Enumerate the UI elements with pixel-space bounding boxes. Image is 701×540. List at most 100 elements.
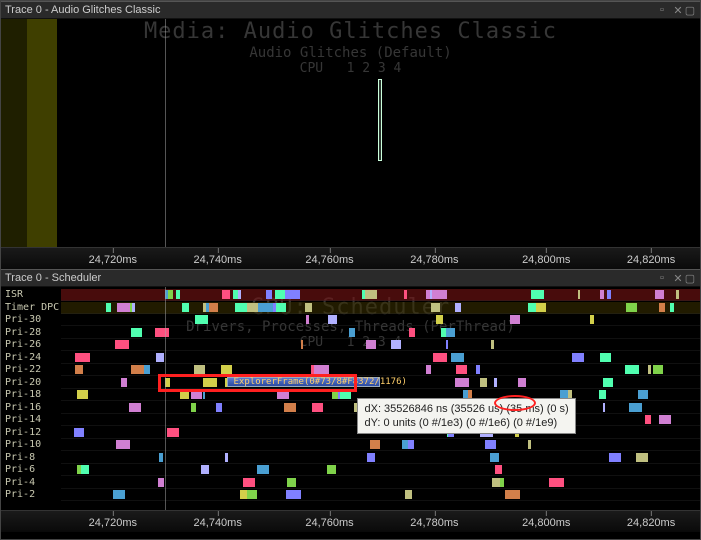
thread-segment[interactable]	[158, 478, 164, 487]
track-row[interactable]	[61, 452, 700, 464]
scheduler-tracks[interactable]: ExplorerFrame(0#73/8#F8372/1176)	[1, 287, 700, 510]
thread-segment[interactable]	[75, 365, 83, 374]
thread-segment[interactable]	[445, 328, 455, 337]
playhead[interactable]	[165, 19, 166, 247]
thread-segment[interactable]	[191, 403, 197, 412]
thread-segment[interactable]	[116, 440, 129, 449]
thread-segment[interactable]	[451, 353, 464, 362]
thread-segment[interactable]	[276, 303, 286, 312]
thread-segment[interactable]	[328, 315, 337, 324]
thread-segment[interactable]	[81, 465, 90, 474]
thread-segment[interactable]	[284, 403, 296, 412]
track-row[interactable]	[61, 364, 700, 376]
panel-header-audio[interactable]: Trace 0 - Audio Glitches Classic ▫ ✕ ▢	[1, 1, 700, 19]
time-axis-bottom[interactable]: 24,720ms24,740ms24,760ms24,780ms24,800ms…	[1, 510, 700, 532]
thread-segment[interactable]	[266, 290, 272, 299]
track-row[interactable]	[61, 289, 700, 301]
thread-segment[interactable]	[77, 390, 88, 399]
thread-segment[interactable]	[257, 465, 269, 474]
thread-segment[interactable]	[286, 490, 301, 499]
thread-segment[interactable]	[625, 365, 639, 374]
thread-segment[interactable]	[221, 365, 232, 374]
thread-segment[interactable]	[432, 290, 447, 299]
thread-segment[interactable]	[426, 290, 430, 299]
track-row[interactable]	[61, 439, 700, 451]
maximize-icon[interactable]: ▢	[684, 272, 696, 284]
track-row[interactable]	[61, 302, 700, 314]
thread-segment[interactable]	[367, 453, 375, 462]
thread-segment[interactable]	[314, 365, 329, 374]
thread-segment[interactable]	[607, 290, 610, 299]
thread-segment[interactable]	[531, 290, 545, 299]
thread-segment[interactable]	[655, 290, 665, 299]
thread-segment[interactable]	[436, 315, 443, 324]
thread-segment[interactable]	[306, 315, 309, 324]
thread-segment[interactable]	[191, 390, 202, 399]
thread-segment[interactable]	[168, 290, 174, 299]
thread-segment[interactable]	[528, 303, 536, 312]
thread-segment[interactable]	[599, 390, 606, 399]
thread-segment[interactable]	[243, 478, 255, 487]
track-row[interactable]	[61, 352, 700, 364]
thread-segment[interactable]	[182, 303, 190, 312]
thread-segment[interactable]	[370, 440, 380, 449]
thread-segment[interactable]	[365, 290, 376, 299]
thread-segment[interactable]	[638, 390, 649, 399]
thread-segment[interactable]	[603, 403, 606, 412]
thread-segment[interactable]	[301, 340, 304, 349]
thread-segment[interactable]	[648, 365, 651, 374]
thread-segment[interactable]	[626, 303, 637, 312]
thread-segment[interactable]	[305, 303, 312, 312]
thread-segment[interactable]	[327, 465, 335, 474]
thread-segment[interactable]	[287, 478, 296, 487]
track-row[interactable]	[61, 339, 700, 351]
thread-segment[interactable]	[201, 465, 209, 474]
thread-segment[interactable]	[209, 303, 218, 312]
thread-segment[interactable]	[115, 340, 129, 349]
thread-segment[interactable]	[441, 328, 446, 337]
thread-segment[interactable]	[233, 290, 238, 299]
thread-segment[interactable]	[670, 303, 674, 312]
thread-segment[interactable]	[391, 340, 401, 349]
thread-segment[interactable]	[131, 365, 144, 374]
thread-segment[interactable]	[455, 378, 469, 387]
thread-segment[interactable]	[676, 290, 679, 299]
thread-segment[interactable]	[653, 365, 662, 374]
thread-segment[interactable]	[600, 353, 611, 362]
thread-segment[interactable]	[366, 340, 376, 349]
audio-glitch-event[interactable]	[378, 79, 382, 161]
thread-segment[interactable]	[180, 390, 189, 399]
thread-segment[interactable]	[117, 303, 130, 312]
thread-segment[interactable]	[659, 415, 670, 424]
thread-segment[interactable]	[194, 365, 205, 374]
thread-segment[interactable]	[572, 353, 585, 362]
thread-segment[interactable]	[494, 378, 498, 387]
track-row[interactable]	[61, 314, 700, 326]
thread-segment[interactable]	[340, 390, 350, 399]
thread-segment[interactable]	[156, 353, 165, 362]
thread-segment[interactable]	[480, 378, 487, 387]
thread-segment[interactable]	[536, 303, 546, 312]
thread-segment[interactable]	[121, 378, 127, 387]
scheduler-trace-viewport[interactable]: CPU: Scheduler Drivers, Processes, Threa…	[1, 287, 700, 532]
thread-segment[interactable]	[590, 315, 594, 324]
restore-icon[interactable]: ▫	[656, 4, 668, 16]
thread-segment[interactable]	[510, 315, 520, 324]
thread-segment[interactable]	[476, 365, 481, 374]
track-row[interactable]: ExplorerFrame(0#73/8#F8372/1176)	[61, 377, 700, 389]
thread-segment[interactable]	[455, 303, 460, 312]
thread-segment[interactable]	[195, 315, 208, 324]
thread-segment[interactable]	[433, 353, 447, 362]
thread-segment[interactable]	[491, 340, 494, 349]
track-row[interactable]	[61, 464, 700, 476]
thread-segment[interactable]	[609, 453, 621, 462]
thread-segment[interactable]	[312, 403, 323, 412]
thread-segment[interactable]	[404, 290, 407, 299]
thread-segment[interactable]	[500, 478, 504, 487]
panel-header-scheduler[interactable]: Trace 0 - Scheduler ▫ ✕ ▢	[1, 269, 700, 287]
thread-segment[interactable]	[431, 303, 440, 312]
thread-segment[interactable]	[235, 303, 247, 312]
time-axis-top[interactable]: 24,720ms24,740ms24,760ms24,780ms24,800ms…	[1, 247, 700, 269]
thread-segment[interactable]	[408, 440, 415, 449]
thread-segment[interactable]	[578, 290, 581, 299]
